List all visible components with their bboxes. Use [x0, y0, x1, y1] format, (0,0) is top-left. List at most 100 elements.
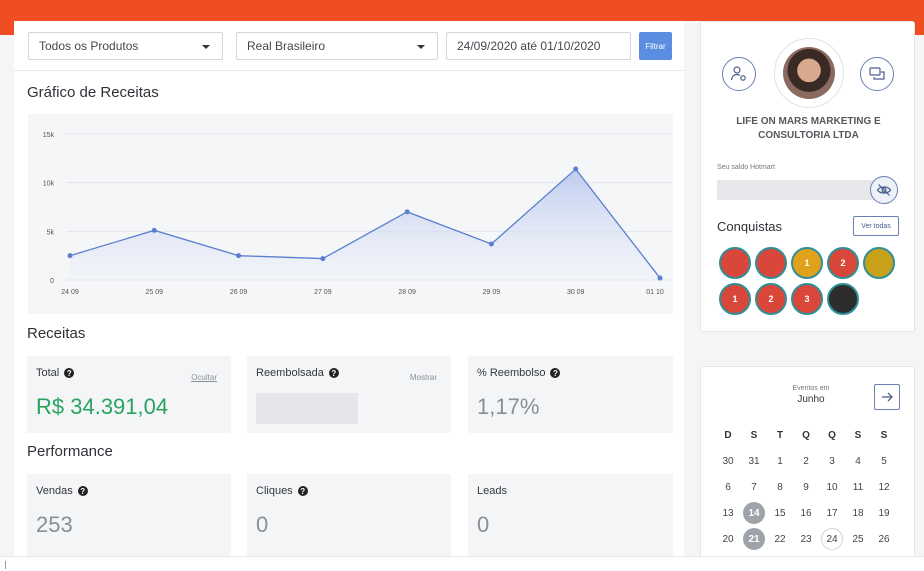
- hidden-value-placeholder: [256, 393, 358, 424]
- user-settings-button[interactable]: [722, 57, 756, 91]
- data-point[interactable]: [236, 253, 242, 259]
- calendar-day[interactable]: 3: [821, 450, 843, 472]
- data-point[interactable]: [573, 166, 579, 172]
- achievement-badge-icon[interactable]: 1: [791, 247, 823, 279]
- achievements-title: Conquistas: [717, 219, 783, 234]
- show-link[interactable]: Mostrar: [410, 373, 437, 382]
- balance-label: Seu saldo Hotmart: [717, 164, 775, 171]
- card-cliques-value: 0: [256, 512, 269, 537]
- card-leads-label: Leads: [477, 485, 507, 497]
- calendar-day[interactable]: 13: [717, 502, 739, 524]
- achievement-badge-icon[interactable]: 1: [719, 283, 751, 315]
- dashboard-main-panel: Todos os Produtos Real Brasileiro 24/09/…: [14, 21, 684, 556]
- calendar-day[interactable]: 5: [873, 450, 895, 472]
- card-reembolso-value: 1,17%: [477, 394, 540, 419]
- calendar-day[interactable]: 15: [769, 502, 791, 524]
- view-all-button[interactable]: Ver todas: [853, 216, 899, 236]
- calendar-day[interactable]: 25: [847, 528, 869, 550]
- question-icon[interactable]: ?: [64, 368, 75, 378]
- data-point[interactable]: [404, 209, 410, 215]
- calendar-day[interactable]: 19: [873, 502, 895, 524]
- next-month-button[interactable]: [874, 384, 900, 410]
- profile-panel: LIFE ON MARS MARKETING E CONSULTORIA LTD…: [700, 21, 915, 332]
- card-reembolsada-label-group: Reembolsada ?: [256, 367, 339, 379]
- achievement-badge-icon[interactable]: 2: [827, 247, 859, 279]
- achievement-badge-icon[interactable]: [755, 247, 787, 279]
- performance-title: Performance: [27, 443, 113, 460]
- calendar-day[interactable]: 12: [873, 476, 895, 498]
- balance-hidden-value: [717, 180, 877, 200]
- calendar-day[interactable]: 30: [717, 450, 739, 472]
- question-icon[interactable]: ?: [297, 486, 308, 496]
- calendar-panel: Eventos em Junho D S T Q Q S S 30 31 1 2 3 4 5 6 7 8 9 10 1…: [700, 366, 915, 566]
- filter-bar: Todos os Produtos Real Brasileiro 24/09/…: [14, 21, 684, 71]
- messages-button[interactable]: [860, 57, 894, 91]
- calendar-day[interactable]: 23: [795, 528, 817, 550]
- revenue-chart-svg: 0 5k 10k 15k 24 09 25 09 26 09 27 09 28 09 29 09 3…: [43, 132, 673, 296]
- receitas-title: Receitas: [27, 325, 86, 342]
- calendar-day[interactable]: 22: [769, 528, 791, 550]
- question-icon[interactable]: ?: [550, 368, 561, 378]
- calendar-day[interactable]: 18: [847, 502, 869, 524]
- card-vendas-value: 253: [36, 512, 73, 537]
- calendar-day[interactable]: 31: [743, 450, 765, 472]
- x-tick-label: 01 10: [646, 289, 664, 296]
- y-tick-label: 5k: [47, 229, 55, 236]
- chevron-down-icon: [417, 45, 425, 49]
- series-area: [70, 169, 660, 280]
- data-point[interactable]: [151, 227, 157, 233]
- avatar[interactable]: [774, 38, 844, 108]
- card-cliques-label-group: Cliques ?: [256, 485, 308, 497]
- company-name: LIFE ON MARS MARKETING E CONSULTORIA LTD…: [736, 116, 881, 141]
- calendar-day[interactable]: 17: [821, 502, 843, 524]
- data-point[interactable]: [320, 256, 326, 262]
- calendar-day[interactable]: 24: [821, 528, 843, 550]
- x-tick-label: 25 09: [146, 289, 164, 296]
- calendar-day[interactable]: 8: [769, 476, 791, 498]
- achievement-badge-icon[interactable]: 2: [755, 283, 787, 315]
- x-tick-label: 26 09: [230, 289, 248, 296]
- date-range-input[interactable]: 24/09/2020 até 01/10/2020: [446, 32, 631, 60]
- filter-button[interactable]: Filtrar: [639, 32, 672, 60]
- product-select[interactable]: Todos os Produtos: [28, 32, 223, 60]
- card-reembolso-label: % Reembolso: [477, 367, 546, 379]
- hide-link[interactable]: Ocultar: [191, 373, 217, 382]
- chart-section-title: Gráfico de Receitas: [27, 84, 159, 101]
- achievement-badge-icon[interactable]: 3: [791, 283, 823, 315]
- calendar-day[interactable]: 9: [795, 476, 817, 498]
- achievement-badge-icon[interactable]: [827, 283, 859, 315]
- calendar-day[interactable]: 6: [717, 476, 739, 498]
- calendar-day[interactable]: 16: [795, 502, 817, 524]
- achievement-badge-icon[interactable]: [719, 247, 751, 279]
- question-icon[interactable]: ?: [77, 486, 88, 496]
- toggle-balance-button[interactable]: [870, 176, 898, 204]
- badge-number: 1: [732, 294, 738, 304]
- badge-number: 2: [840, 258, 846, 268]
- question-icon[interactable]: ?: [328, 368, 339, 378]
- revenue-chart: 0 5k 10k 15k 24 09 25 09 26 09 27 09 28 09 29 09 3…: [28, 114, 673, 314]
- data-point[interactable]: [488, 241, 494, 247]
- data-point[interactable]: [657, 275, 663, 281]
- weekday-label: Q: [802, 429, 810, 441]
- calendar-day[interactable]: 14: [743, 502, 765, 524]
- calendar-day[interactable]: 7: [743, 476, 765, 498]
- calendar-day[interactable]: 4: [847, 450, 869, 472]
- badge-number: 3: [804, 294, 810, 304]
- x-tick-label: 27 09: [314, 289, 332, 296]
- status-bar: [0, 556, 924, 571]
- top-header-bar: [0, 0, 924, 21]
- data-point[interactable]: [67, 253, 73, 259]
- calendar-day[interactable]: 11: [847, 476, 869, 498]
- calendar-day[interactable]: 21: [743, 528, 765, 550]
- badge-number: 2: [768, 294, 774, 304]
- card-total-label-group: Total ?: [36, 367, 75, 379]
- x-tick-label: 28 09: [398, 289, 416, 296]
- calendar-day[interactable]: 1: [769, 450, 791, 472]
- calendar-day[interactable]: 2: [795, 450, 817, 472]
- calendar-day[interactable]: 20: [717, 528, 739, 550]
- arrow-right-icon: [882, 392, 893, 402]
- achievement-badge-icon[interactable]: [863, 247, 895, 279]
- currency-select[interactable]: Real Brasileiro: [236, 32, 438, 60]
- calendar-day[interactable]: 26: [873, 528, 895, 550]
- calendar-day[interactable]: 10: [821, 476, 843, 498]
